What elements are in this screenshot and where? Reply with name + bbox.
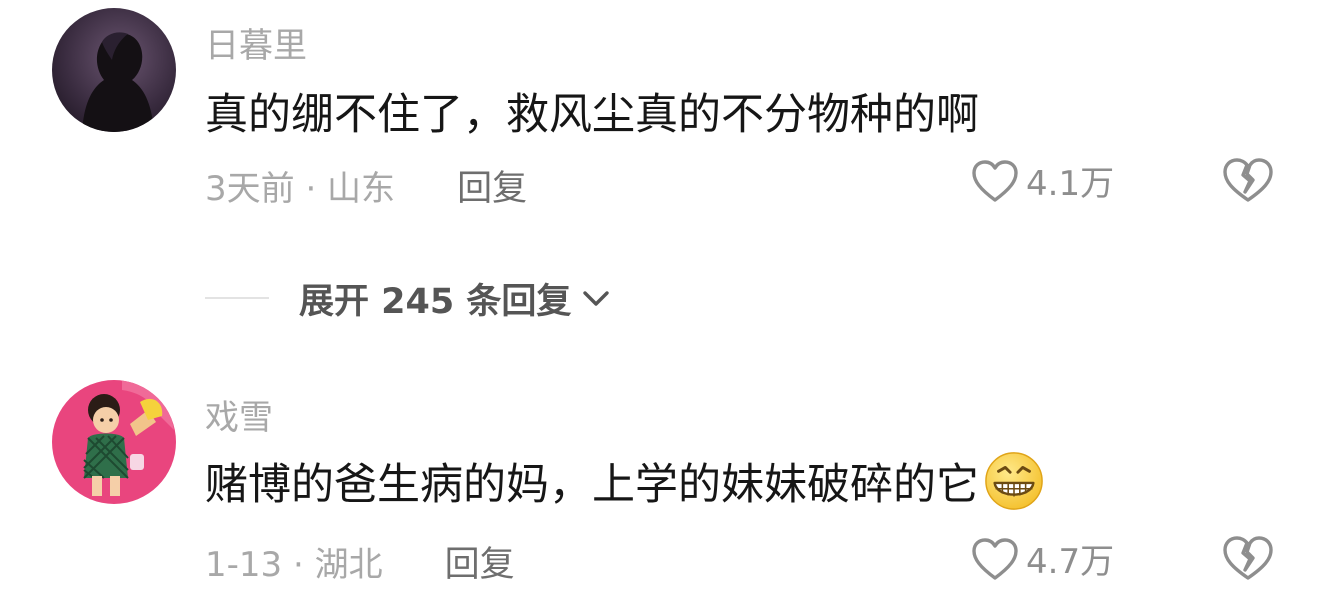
comment-meta: 1-13 · 湖北 回复 [205,536,515,587]
broken-heart-icon [1223,536,1273,580]
divider [205,297,269,299]
comment-text: 真的绷不住了，救风尘真的不分物种的啊 [205,80,979,142]
expand-replies-label[interactable]: 展开 245 条回复 [299,273,571,324]
heart-icon [972,159,1018,202]
avatar[interactable] [52,380,176,504]
reply-button[interactable]: 回复 [457,160,527,211]
heart-icon [972,537,1018,580]
person-silhouette-icon [52,8,176,132]
like-count: 4.1万 [1026,164,1115,204]
grinning-face-icon [985,452,1043,510]
comment-time-location: 3天前 · 山东 [205,169,396,209]
comment-text: 赌博的爸生病的妈，上学的妹妹破碎的它 [205,450,1045,512]
dislike-button[interactable] [1220,534,1276,586]
dislike-button[interactable] [1220,156,1276,208]
like-button[interactable]: 4.1万 [970,156,1114,205]
username[interactable]: 戏雪 [205,390,273,439]
reply-button[interactable]: 回复 [445,536,515,587]
comment-list: 日暮里 真的绷不住了，救风尘真的不分物种的啊 3天前 · 山东 回复 4.1万 … [0,0,1332,600]
comment-time-location: 1-13 · 湖北 [205,545,383,585]
comment-text-body: 赌博的爸生病的妈，上学的妹妹破碎的它 [205,460,979,510]
expand-replies[interactable]: 展开 245 条回复 [205,268,613,328]
broken-heart-icon [1223,158,1273,202]
chevron-down-icon [583,291,610,306]
comment-item: 日暮里 真的绷不住了，救风尘真的不分物种的啊 3天前 · 山东 回复 4.1万 [0,0,1332,240]
comment-text-body: 真的绷不住了，救风尘真的不分物种的啊 [205,90,979,140]
username[interactable]: 日暮里 [205,18,307,67]
like-count: 4.7万 [1026,542,1115,582]
avatar[interactable] [52,8,176,132]
comment-meta: 3天前 · 山东 回复 [205,160,527,211]
comment-item: 戏雪 赌博的爸生病的妈，上学的妹妹破碎的它 1-13 · 湖北 回复 4.7万 [0,370,1332,600]
like-button[interactable]: 4.7万 [970,534,1114,583]
cartoon-girl-icon [52,380,176,504]
